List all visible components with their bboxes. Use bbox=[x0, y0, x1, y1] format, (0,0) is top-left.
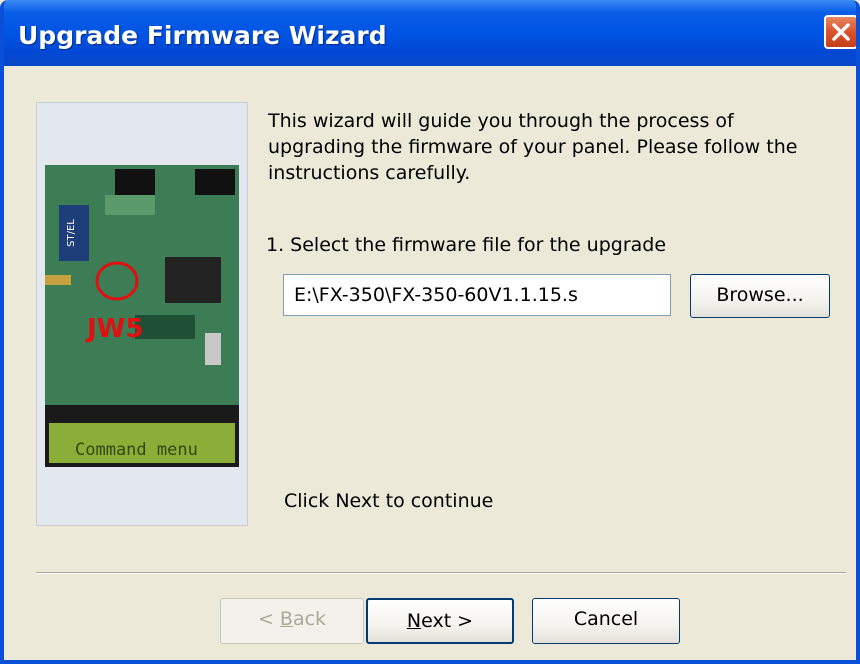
lcd-text: Command menu bbox=[75, 440, 198, 460]
wizard-window: Upgrade Firmware Wizard ST/EL JW5 Comman… bbox=[0, 0, 860, 664]
firmware-file-input[interactable] bbox=[283, 274, 671, 316]
wizard-side-panel: ST/EL JW5 Command menu bbox=[36, 102, 248, 526]
button-divider bbox=[36, 572, 846, 574]
back-accel: B bbox=[279, 608, 293, 630]
title-bar[interactable]: Upgrade Firmware Wizard bbox=[4, 0, 856, 66]
chip-label: ST/EL bbox=[66, 219, 77, 247]
window-title: Upgrade Firmware Wizard bbox=[18, 21, 387, 50]
back-rest: ack bbox=[292, 608, 327, 630]
step-1-label: 1. Select the firmware file for the upgr… bbox=[266, 234, 667, 256]
close-button[interactable] bbox=[824, 15, 856, 49]
cancel-button[interactable]: Cancel bbox=[532, 598, 680, 644]
browse-button[interactable]: Browse... bbox=[690, 274, 830, 318]
back-prefix: < bbox=[257, 608, 280, 630]
back-button[interactable]: < Back bbox=[220, 598, 364, 644]
jumper-label: JW5 bbox=[85, 314, 143, 344]
close-icon bbox=[832, 23, 850, 41]
intro-text: This wizard will guide you through the p… bbox=[268, 110, 798, 184]
circuit-board-photo: ST/EL JW5 Command menu bbox=[45, 165, 239, 467]
next-rest: ext > bbox=[421, 610, 474, 632]
next-button[interactable]: Next > bbox=[366, 598, 514, 644]
next-accel: N bbox=[406, 610, 422, 632]
continue-hint: Click Next to continue bbox=[284, 490, 494, 512]
